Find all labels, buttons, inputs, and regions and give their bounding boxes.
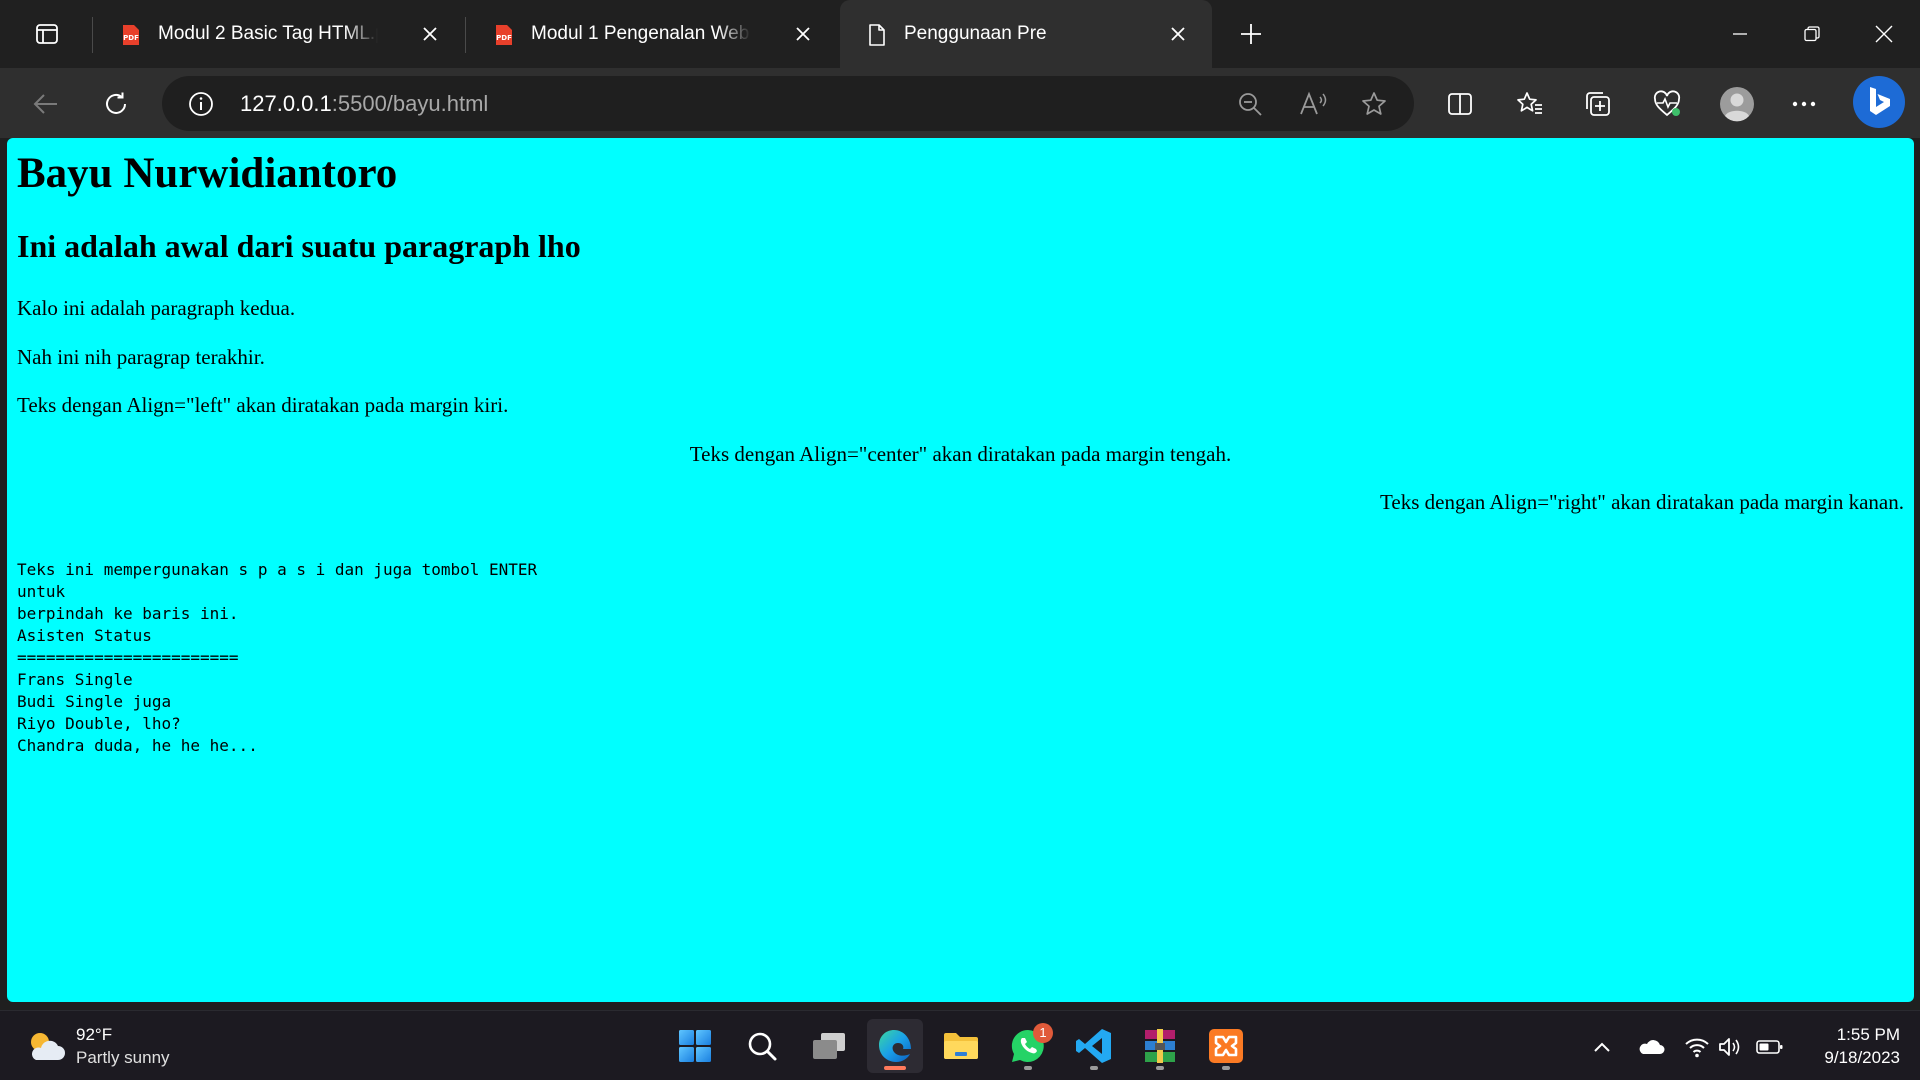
search-icon[interactable]: [734, 1019, 790, 1073]
bing-copilot-icon[interactable]: [1853, 76, 1905, 128]
active-indicator: [884, 1066, 906, 1070]
page-icon: [865, 23, 889, 47]
clock-date: 9/18/2023: [1824, 1048, 1900, 1067]
tab-modul-2[interactable]: PDF Modul 2 Basic Tag HTML.pdf: [94, 0, 464, 68]
paragraph-align-left: Teks dengan Align="left" akan diratakan …: [17, 393, 509, 417]
running-indicator: [1090, 1066, 1098, 1070]
profile-avatar-icon[interactable]: [1715, 82, 1759, 126]
site-info-icon[interactable]: [186, 89, 216, 119]
close-window-icon[interactable]: [1861, 14, 1907, 54]
tab-strip: PDF Modul 2 Basic Tag HTML.pdf PDF Modul…: [0, 0, 1920, 68]
split-screen-icon[interactable]: [1438, 82, 1482, 126]
xampp-icon[interactable]: [1198, 1019, 1254, 1073]
battery-icon[interactable]: [1756, 1033, 1784, 1061]
more-options-icon[interactable]: [1782, 82, 1826, 126]
pdf-icon: PDF: [492, 23, 516, 47]
onedrive-cloud-icon[interactable]: [1637, 1033, 1665, 1061]
tab-title: Modul 2 Basic Tag HTML.pdf: [158, 23, 378, 44]
tab-title: Penggunaan Pre: [904, 23, 1047, 44]
close-icon[interactable]: [418, 22, 442, 46]
read-aloud-icon[interactable]: [1295, 86, 1331, 122]
partly-sunny-icon: [24, 1028, 68, 1064]
weather-condition: Partly sunny: [76, 1048, 170, 1067]
winrar-icon[interactable]: [1132, 1019, 1188, 1073]
weather-temperature: 92°F: [76, 1025, 113, 1044]
notification-badge: 1: [1033, 1023, 1053, 1043]
new-tab-icon[interactable]: [1232, 16, 1270, 52]
weather-widget[interactable]: 92°F Partly sunny: [24, 1021, 224, 1071]
page-viewport: Bayu Nurwidiantoro Ini adalah awal dari …: [7, 138, 1914, 1002]
tab-separator: [92, 17, 93, 53]
tab-modul-1[interactable]: PDF Modul 1 Pengenalan Web.pdf: [467, 0, 837, 68]
running-indicator: [1024, 1066, 1032, 1070]
tab-title: Modul 1 Pengenalan Web.pdf: [531, 23, 751, 44]
tab-separator: [465, 17, 466, 53]
tab-penggunaan-pre[interactable]: Penggunaan Pre: [840, 0, 1212, 68]
page-heading: Bayu Nurwidiantoro: [17, 150, 398, 197]
close-icon[interactable]: [1166, 22, 1190, 46]
taskbar: 92°F Partly sunny 1 1:55 PM 9/18/2023: [0, 1010, 1920, 1080]
favorite-star-icon[interactable]: [1356, 86, 1392, 122]
wifi-icon[interactable]: [1683, 1033, 1711, 1061]
running-indicator: [1222, 1066, 1230, 1070]
url-path: :5500/bayu.html: [331, 91, 489, 116]
minimize-icon[interactable]: [1717, 14, 1763, 54]
paragraph-kedua: Kalo ini adalah paragraph kedua.: [17, 296, 296, 320]
file-explorer-icon[interactable]: [933, 1019, 989, 1073]
preformatted-text: Teks ini mempergunakan s p a s i dan jug…: [17, 560, 538, 755]
task-view-icon[interactable]: [801, 1019, 857, 1073]
refresh-icon[interactable]: [94, 82, 138, 126]
url-text[interactable]: 127.0.0.1:5500/bayu.html: [240, 91, 488, 117]
tab-actions-icon[interactable]: [27, 17, 67, 51]
restore-icon[interactable]: [1789, 14, 1835, 54]
paragraph-align-center: Teks dengan Align="center" akan dirataka…: [689, 442, 1232, 466]
browser-toolbar: 127.0.0.1:5500/bayu.html: [0, 68, 1920, 138]
chevron-up-icon[interactable]: [1588, 1033, 1616, 1061]
paragraph-terakhir: Nah ini nih paragrap terakhir.: [17, 345, 265, 369]
svg-text:PDF: PDF: [496, 34, 512, 42]
zoom-out-icon[interactable]: [1232, 86, 1268, 122]
pdf-icon: PDF: [119, 23, 143, 47]
svg-text:PDF: PDF: [123, 34, 139, 42]
close-icon[interactable]: [791, 22, 815, 46]
system-clock[interactable]: 1:55 PM 9/18/2023: [1790, 1023, 1900, 1069]
clock-time: 1:55 PM: [1836, 1025, 1900, 1044]
page-subheading: Ini adalah awal dari suatu paragraph lho: [17, 228, 581, 264]
back-arrow-icon[interactable]: [24, 82, 68, 126]
paragraph-align-right: Teks dengan Align="right" akan diratakan…: [1380, 490, 1904, 514]
start-windows-icon[interactable]: [667, 1019, 723, 1073]
collections-icon[interactable]: [1576, 82, 1620, 126]
whatsapp-icon[interactable]: 1: [1000, 1019, 1056, 1073]
favorites-icon[interactable]: [1508, 82, 1552, 126]
vscode-icon[interactable]: [1066, 1019, 1122, 1073]
edge-browser-icon[interactable]: [867, 1019, 923, 1073]
volume-icon[interactable]: [1716, 1033, 1744, 1061]
browser-essentials-icon[interactable]: [1645, 82, 1689, 126]
address-bar[interactable]: 127.0.0.1:5500/bayu.html: [162, 76, 1414, 131]
running-indicator: [1156, 1066, 1164, 1070]
url-host: 127.0.0.1: [240, 91, 332, 116]
